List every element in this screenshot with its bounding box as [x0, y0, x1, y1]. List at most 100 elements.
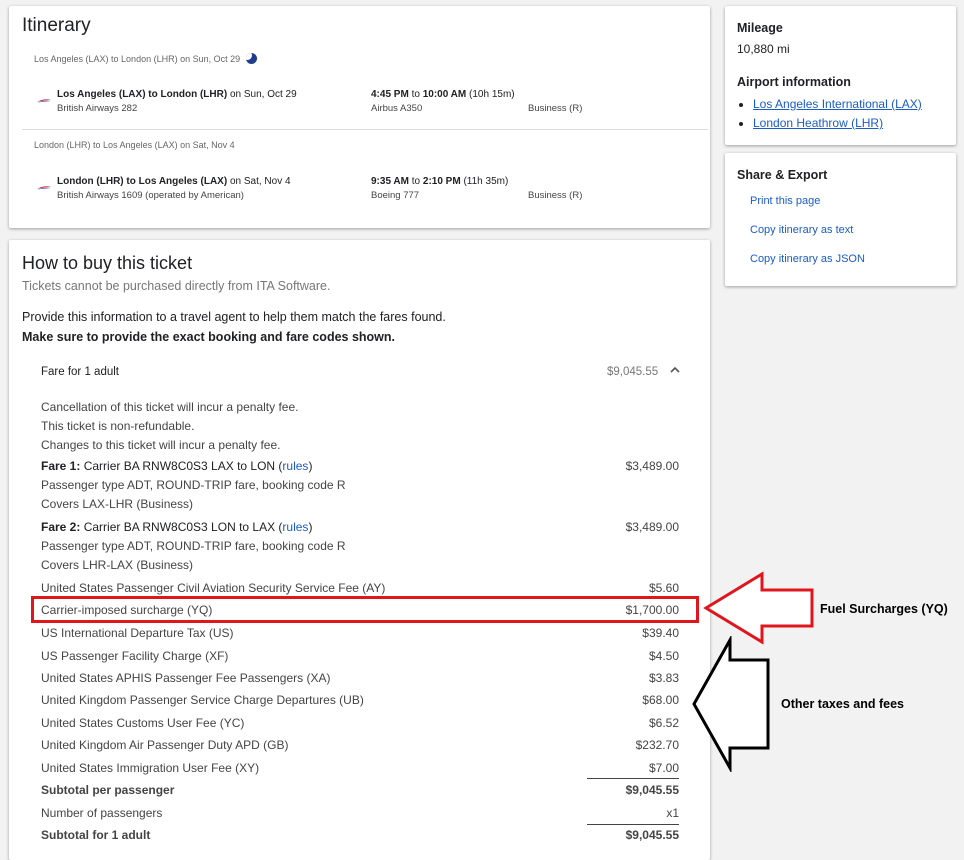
segment-2-arrival: 2:10 PM: [422, 176, 461, 187]
mileage-value: 10,880 mi: [737, 42, 790, 56]
print-page-link[interactable]: Print this page: [750, 195, 820, 207]
fare-1-amount: $3,489.00: [625, 459, 679, 473]
segment-2-route-cities: London (LHR) to Los Angeles (LAX): [57, 176, 228, 187]
fare-header-label[interactable]: Fare for 1 adult: [41, 366, 119, 378]
fare-1-passenger: Passenger type ADT, ROUND-TRIP fare, boo…: [41, 478, 346, 492]
tax-row-xa: United States APHIS Passenger Fee Passen…: [41, 671, 679, 685]
how-to-buy-title: How to buy this ticket: [22, 253, 193, 273]
fare-2-rules-link[interactable]: rules: [282, 520, 308, 534]
fare-2-title: Fare 2: Carrier BA RNW8C0S3 LON to LAX (…: [41, 520, 312, 534]
tax-row-xy: United States Immigration User Fee (XY) $…: [41, 761, 679, 775]
tax-amount: $6.52: [648, 716, 679, 730]
tax-amount: $7.00: [648, 761, 679, 775]
segment-2-date: on Sat, Nov 4: [227, 176, 291, 187]
segment-1-duration: (10h 15m): [466, 89, 515, 100]
segment-1-carrier: British Airways 282: [57, 103, 138, 114]
penalty-change: Changes to this ticket will incur a pena…: [41, 438, 281, 452]
subtotal-adult-row: Subtotal for 1 adult $9,045.55: [41, 828, 679, 842]
fare-1-title: Fare 1: Carrier BA RNW8C0S3 LAX to LON (…: [41, 459, 312, 473]
subtotal-adult-amount: $9,045.55: [625, 828, 679, 842]
tax-label: US Passenger Facility Charge (XF): [41, 649, 229, 663]
tax-label: United States Customs User Fee (YC): [41, 716, 245, 730]
segment-2-times: 9:35 AM to 2:10 PM (11h 35m): [371, 176, 508, 187]
mileage-card: Mileage 10,880 mi Airport information Lo…: [725, 6, 956, 145]
segment-1-header-text: Los Angeles (LAX) to London (LHR) on Sun…: [34, 54, 241, 64]
tax-amount: $39.40: [642, 626, 679, 640]
airport-link-lhr[interactable]: London Heathrow (LHR): [753, 116, 883, 130]
segment-2-header: London (LHR) to Los Angeles (LAX) on Sat…: [34, 140, 235, 150]
itinerary-title: Itinerary: [22, 15, 91, 36]
fare-2-close: ): [308, 520, 313, 534]
segment-2-route: London (LHR) to Los Angeles (LAX) on Sat…: [57, 176, 291, 187]
fare-1-rules-link[interactable]: rules: [282, 459, 308, 473]
segment-2-duration: (11h 35m): [460, 176, 509, 187]
tax-label: United Kingdom Air Passenger Duty APD (G…: [41, 738, 289, 752]
other-taxes-annotation: Other taxes and fees: [781, 697, 904, 711]
tax-label: United States Passenger Civil Aviation S…: [41, 581, 386, 595]
subtotal-rule: [587, 778, 679, 779]
purchase-note: Tickets cannot be purchased directly fro…: [22, 279, 331, 293]
segment-2-cabin: Business (R): [528, 190, 583, 201]
tax-row-ub: United Kingdom Passenger Service Charge …: [41, 693, 679, 707]
segment-2-aircraft: Boeing 777: [371, 190, 420, 201]
overnight-moon-icon: [246, 53, 258, 64]
penalty-refund: This ticket is non-refundable.: [41, 419, 195, 433]
fare-2-covers: Covers LHR-LAX (Business): [41, 558, 194, 572]
copy-json-link[interactable]: Copy itinerary as JSON: [750, 253, 865, 265]
tax-row-gb: United Kingdom Air Passenger Duty APD (G…: [41, 738, 679, 752]
airport-info-title: Airport information: [737, 75, 851, 89]
tax-amount: $3.83: [648, 671, 679, 685]
tax-row-yc: United States Customs User Fee (YC) $6.52: [41, 716, 679, 730]
segment-2-departure: 9:35 AM: [371, 176, 409, 187]
british-airways-logo-icon: [37, 99, 51, 103]
fare-2-amount: $3,489.00: [625, 520, 679, 534]
fare-1-covers: Covers LAX-LHR (Business): [41, 497, 194, 511]
copy-text-link[interactable]: Copy itinerary as text: [750, 224, 853, 236]
passenger-count-label: Number of passengers: [41, 806, 163, 820]
tax-amount: $232.70: [635, 738, 679, 752]
segment-1-route: Los Angeles (LAX) to London (LHR) on Sun…: [57, 89, 297, 100]
fare-1-carrier: Carrier BA RNW8C0S3 LAX to LON (: [80, 459, 283, 473]
penalty-cancel: Cancellation of this ticket will incur a…: [41, 400, 299, 414]
tax-amount: $4.50: [648, 649, 679, 663]
airport-list: Los Angeles International (LAX) London H…: [739, 95, 922, 133]
segment-1-times: 4:45 PM to 10:00 AM (10h 15m): [371, 89, 515, 100]
tax-row-ay: United States Passenger Civil Aviation S…: [41, 581, 679, 595]
fare-header-amount: $9,045.55: [607, 366, 659, 378]
agent-instruction-bold: Make sure to provide the exact booking a…: [22, 330, 396, 344]
subtotal-per-passenger-amount: $9,045.55: [625, 783, 679, 797]
fare-2-row: Fare 2: Carrier BA RNW8C0S3 LON to LAX (…: [41, 520, 679, 534]
total-rule: [587, 824, 679, 825]
mileage-title: Mileage: [737, 21, 783, 35]
segment-1-to: to: [408, 89, 423, 100]
fare-1-row: Fare 1: Carrier BA RNW8C0S3 LAX to LON (…: [41, 459, 679, 473]
tax-label: US International Departure Tax (US): [41, 626, 234, 640]
agent-instruction: Provide this information to a travel age…: [22, 310, 446, 324]
fare-1-close: ): [308, 459, 313, 473]
tax-row-xf: US Passenger Facility Charge (XF) $4.50: [41, 649, 679, 663]
tax-label: United Kingdom Passenger Service Charge …: [41, 693, 364, 707]
segment-1-date: on Sun, Oct 29: [227, 89, 297, 100]
tax-row-us: US International Departure Tax (US) $39.4…: [41, 626, 679, 640]
red-arrow-left-icon: [703, 571, 814, 645]
tax-label: United States Immigration User Fee (XY): [41, 761, 260, 775]
black-arrow-left-icon: [692, 636, 770, 772]
segment-1-route-cities: Los Angeles (LAX) to London (LHR): [57, 89, 228, 100]
segment-1-header: Los Angeles (LAX) to London (LHR) on Sun…: [34, 53, 258, 64]
chevron-up-icon[interactable]: [670, 366, 680, 374]
segment-divider: [22, 129, 708, 130]
tax-label: United States APHIS Passenger Fee Passen…: [41, 671, 331, 685]
passenger-count-value: x1: [666, 806, 679, 820]
itinerary-card: Itinerary Los Angeles (LAX) to London (L…: [9, 6, 710, 228]
tax-amount: $5.60: [648, 581, 679, 595]
segment-1-arrival: 10:00 AM: [422, 89, 467, 100]
airport-link-lax[interactable]: Los Angeles International (LAX): [753, 97, 922, 111]
segment-1-departure: 4:45 PM: [371, 89, 409, 100]
tax-amount: $68.00: [642, 693, 679, 707]
fare-2-carrier: Carrier BA RNW8C0S3 LON to LAX (: [80, 520, 283, 534]
segment-1-cabin: Business (R): [528, 103, 583, 114]
passenger-count-row: Number of passengers x1: [41, 806, 679, 820]
segment-1-aircraft: Airbus A350: [371, 103, 423, 114]
fare-2-passenger: Passenger type ADT, ROUND-TRIP fare, boo…: [41, 539, 346, 553]
subtotal-per-passenger-row: Subtotal per passenger $9,045.55: [41, 783, 679, 797]
